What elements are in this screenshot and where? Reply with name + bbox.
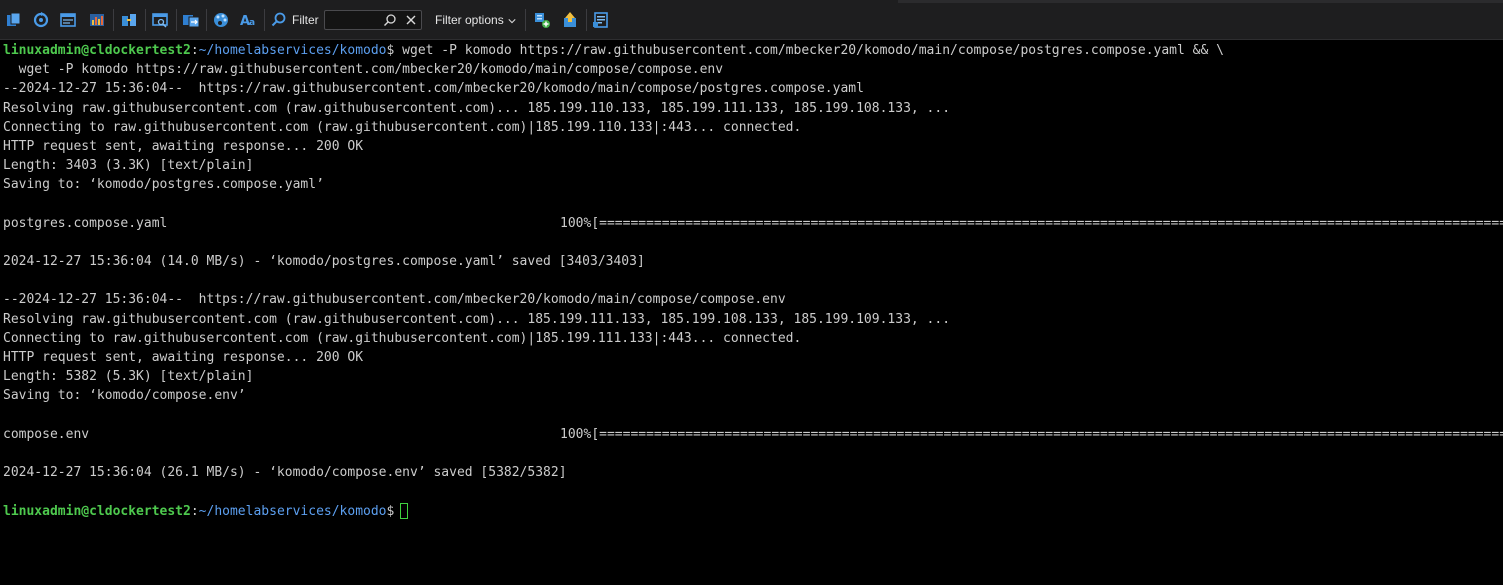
toolbar-separator [525, 9, 526, 31]
connecting-line: Connecting to raw.githubusercontent.com … [3, 119, 802, 135]
length-line: Length: 3403 (3.3K) [text/plain] [3, 158, 254, 174]
download-header-line: --2024-12-27 15:36:04-- https://raw.gith… [3, 292, 786, 308]
transfer-icon[interactable] [182, 11, 200, 29]
saving-to-line: Saving to: ‘komodo/postgres.compose.yaml… [3, 177, 324, 193]
toolbar-top-strip [898, 0, 1503, 3]
svg-text:a: a [249, 18, 255, 28]
toolbar-separator [264, 9, 265, 31]
prompt-user-host: linuxadmin@cldockertest2 [3, 43, 191, 58]
new-session-icon[interactable] [5, 11, 23, 29]
http-response-line: HTTP request sent, awaiting response... … [3, 138, 364, 154]
terminal-cursor[interactable] [400, 502, 409, 519]
prompt-path: ~/homelabservices/komodo [198, 43, 387, 58]
progress-file-name: compose.env [3, 426, 90, 442]
download-header-line: --2024-12-27 15:36:04-- https://raw.gith… [3, 81, 864, 97]
reconnect-icon[interactable] [32, 11, 50, 29]
progress-file-name: postgres.compose.yaml [3, 215, 168, 231]
toolbar-separator [176, 9, 177, 31]
upload-icon[interactable] [561, 11, 579, 29]
filter-input-box[interactable] [324, 10, 422, 30]
search-window-icon[interactable] [151, 11, 169, 29]
palette-icon[interactable] [212, 11, 230, 29]
search-icon[interactable] [270, 11, 288, 29]
resolving-line: Resolving raw.githubusercontent.com (raw… [3, 311, 951, 327]
prompt-path: ~/homelabservices/komodo [198, 503, 387, 519]
command-prompt-line: linuxadmin@cldockertest2:~/homelabservic… [3, 41, 1503, 60]
prompt-symbol: $ [386, 503, 395, 519]
progress-percent: 100% [560, 215, 592, 231]
session-export-icon[interactable] [592, 11, 610, 29]
saving-to-line: Saving to: ‘komodo/compose.env’ [3, 388, 246, 404]
prompt-user-host: linuxadmin@cldockertest2 [3, 503, 191, 519]
resolving-line: Resolving raw.githubusercontent.com (raw… [3, 100, 951, 116]
saved-line: 2024-12-27 15:36:04 (14.0 MB/s) - ‘komod… [3, 254, 645, 270]
progress-bar: [=======================================… [591, 426, 1503, 442]
add-filter-icon[interactable] [533, 11, 551, 29]
prompt-separator: : [190, 503, 199, 519]
toolbar: Aa Filter Filter options [0, 0, 1503, 40]
filter-options-dropdown[interactable]: Filter options [435, 12, 516, 29]
filter-options-label: Filter options [435, 13, 504, 27]
filter-label: Filter [292, 13, 319, 27]
terminal-output[interactable]: linuxadmin@cldockertest2:~/homelabservic… [3, 41, 1503, 585]
progress-bar: [=======================================… [591, 215, 1503, 231]
font-icon[interactable]: Aa [239, 11, 257, 29]
split-view-icon[interactable] [120, 11, 138, 29]
active-prompt-line[interactable]: linuxadmin@cldockertest2:~/homelabservic… [3, 502, 1503, 521]
http-response-line: HTTP request sent, awaiting response... … [3, 350, 364, 365]
connecting-line: Connecting to raw.githubusercontent.com … [3, 330, 802, 346]
saved-line: 2024-12-27 15:36:04 (26.1 MB/s) - ‘komod… [3, 465, 567, 481]
chevron-down-icon [508, 13, 516, 29]
progress-line: compose.env 100%[========================… [3, 425, 1503, 444]
length-line: Length: 5382 (5.3K) [text/plain] [3, 369, 254, 385]
command-text: wget -P komodo https://raw.githubusercon… [394, 43, 1224, 58]
progress-percent: 100% [560, 426, 592, 442]
toolbar-separator [586, 9, 587, 31]
command-continuation-line: wget -P komodo https://raw.githubusercon… [3, 62, 724, 78]
window-list-icon[interactable] [59, 11, 77, 29]
bar-chart-icon[interactable] [88, 11, 106, 29]
progress-line: postgres.compose.yaml 100%[==============… [3, 214, 1503, 233]
toolbar-separator [206, 9, 207, 31]
toolbar-separator [113, 9, 114, 31]
filter-search-icon[interactable] [383, 13, 397, 27]
filter-input[interactable] [328, 12, 380, 28]
prompt-separator: : [190, 43, 199, 58]
clear-filter-icon[interactable] [404, 13, 418, 27]
toolbar-separator [145, 9, 146, 31]
